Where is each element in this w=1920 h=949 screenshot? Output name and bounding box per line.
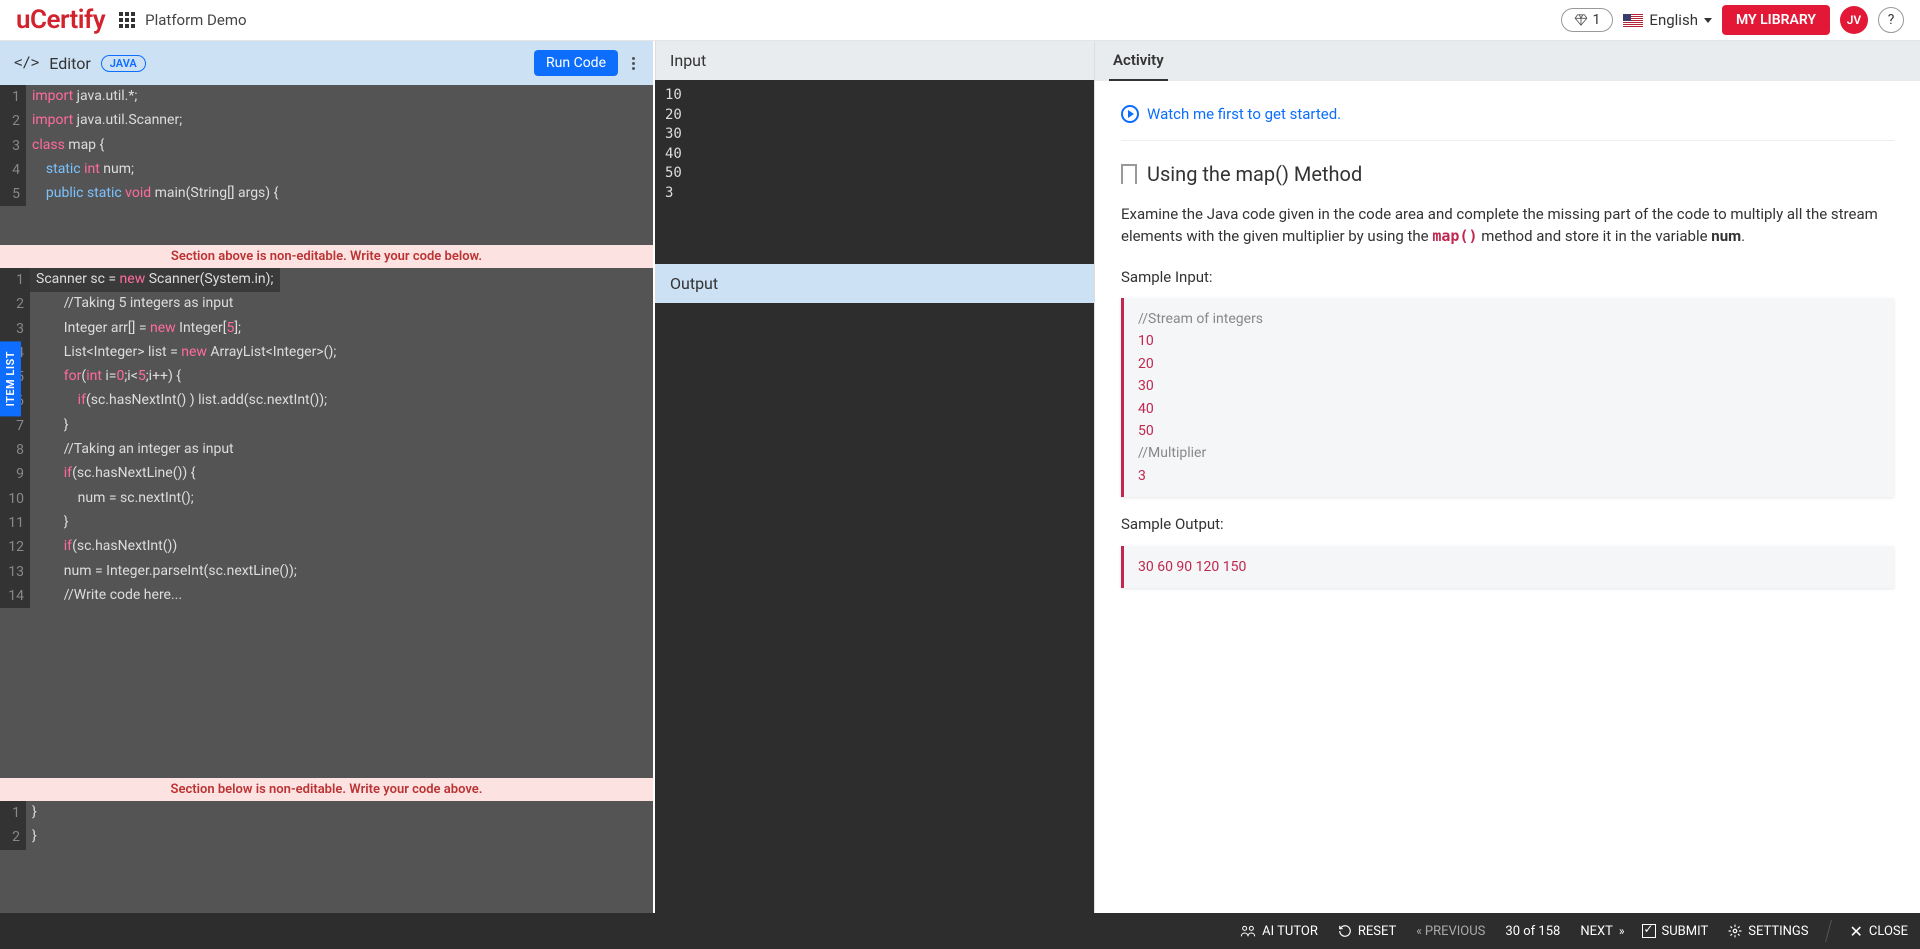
apps-grid-icon[interactable] [119,12,135,28]
activity-title: Using the map() Method [1147,159,1362,189]
activity-title-row: Using the map() Method [1121,159,1894,189]
gear-icon [1728,924,1742,938]
points-value: 1 [1593,12,1601,28]
output-body [655,303,1094,913]
watch-me-link[interactable]: Watch me first to get started. [1121,103,1894,141]
page-position: 30 of 158 [1505,924,1560,939]
editor-column: </> Editor JAVA Run Code 1import java.ut… [0,41,653,913]
divider [1826,920,1833,942]
top-bar: uCertify Platform Demo 1 English MY LIBR… [0,0,1920,41]
tab-activity[interactable]: Activity [1109,41,1168,81]
settings-button[interactable]: SETTINGS [1728,924,1808,939]
ai-tutor-button[interactable]: AI TUTOR [1240,924,1318,939]
ai-tutor-icon [1240,924,1256,938]
item-list-tab[interactable]: ITEM LIST [0,341,21,416]
close-icon: ✕ [1849,922,1862,941]
help-button[interactable]: ? [1878,7,1904,33]
notice-above: Section above is non-editable. Write you… [0,245,653,268]
editor-menu-icon[interactable] [628,57,639,70]
activity-column: Activity Watch me first to get started. … [1094,41,1920,913]
input-body[interactable]: 10 20 30 40 50 3 [655,80,1094,264]
code-icon: </> [14,55,39,71]
logo[interactable]: uCertify [16,5,105,35]
my-library-button[interactable]: MY LIBRARY [1722,5,1830,35]
editor-title: Editor [49,54,90,73]
main-area: ITEM LIST </> Editor JAVA Run Code 1impo… [0,41,1920,913]
breadcrumb[interactable]: Platform Demo [145,11,246,29]
chevron-left-icon: « [1416,924,1419,938]
activity-description: Examine the Java code given in the code … [1121,203,1894,248]
language-badge: JAVA [101,55,146,72]
sample-input-label: Sample Input: [1121,266,1894,289]
activity-tabs: Activity [1095,41,1920,81]
io-column: Input 10 20 30 40 50 3 Output [653,41,1094,913]
editor-readonly-bottom: 1}2} [0,801,653,913]
previous-button[interactable]: « PREVIOUS [1416,924,1485,939]
user-avatar[interactable]: JV [1840,6,1868,34]
submit-button[interactable]: SUBMIT [1642,924,1709,939]
input-header: Input [655,41,1094,80]
sample-output-label: Sample Output: [1121,513,1894,536]
next-button[interactable]: NEXT » [1580,924,1621,939]
sample-input-box: //Stream of integers1020304050//Multipli… [1121,298,1894,497]
language-label: English [1649,11,1698,29]
editor-readonly-top: 1import java.util.*;2import java.util.Sc… [0,85,653,245]
editor-editable[interactable]: 1Scanner sc = new Scanner(System.in);2 /… [0,268,653,778]
topbar-right: 1 English MY LIBRARY JV ? [1561,5,1904,35]
diamond-icon [1574,13,1588,27]
bottom-bar: AI TUTOR RESET « PREVIOUS 30 of 158 NEXT… [0,913,1920,949]
reset-icon [1338,924,1352,938]
submit-icon [1642,924,1656,938]
points-badge[interactable]: 1 [1561,8,1614,32]
bookmark-icon[interactable] [1121,164,1137,184]
play-icon [1121,105,1139,123]
sample-output-box: 30 60 90 120 150 [1121,546,1894,588]
reset-button[interactable]: RESET [1338,924,1396,939]
notice-below: Section below is non-editable. Write you… [0,778,653,801]
editor-header: </> Editor JAVA Run Code [0,41,653,85]
activity-body: Watch me first to get started. Using the… [1095,81,1920,913]
run-code-button[interactable]: Run Code [534,50,618,76]
language-selector[interactable]: English [1623,11,1712,29]
watch-label: Watch me first to get started. [1147,103,1341,126]
caret-down-icon [1704,18,1712,23]
chevron-right-icon: » [1619,924,1622,938]
flag-us-icon [1623,14,1643,27]
output-header: Output [655,264,1094,303]
close-button[interactable]: ✕ CLOSE [1849,922,1908,941]
